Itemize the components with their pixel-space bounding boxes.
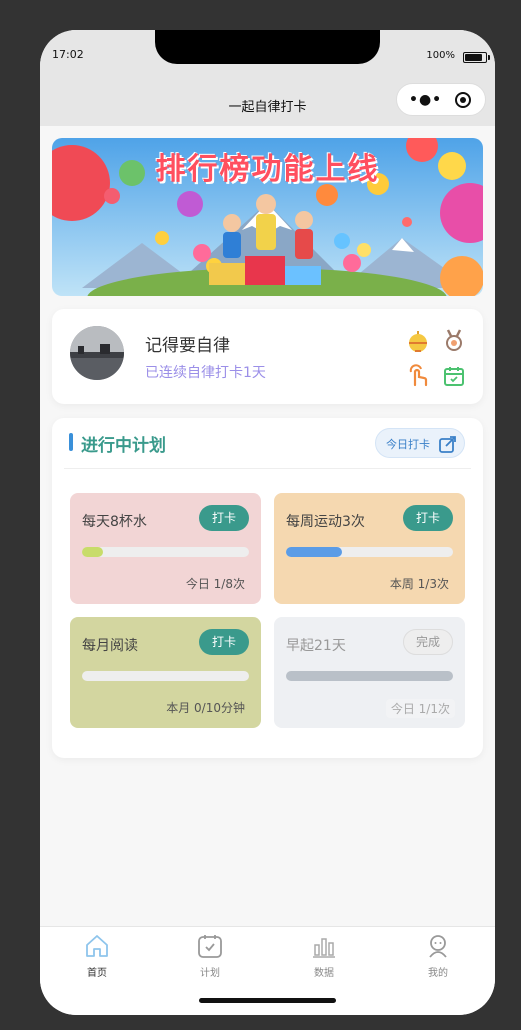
plan-stat: 本月 0/10分钟	[166, 701, 245, 715]
medal-icon[interactable]	[442, 328, 466, 352]
tab-plan[interactable]: 计划	[180, 933, 240, 979]
divider	[64, 468, 471, 469]
tab-data[interactable]: 数据	[294, 933, 354, 979]
tab-home[interactable]: 首页	[67, 933, 127, 979]
plan-stat: 今日 1/8次	[185, 577, 245, 591]
progress-track	[286, 671, 453, 681]
profile-card[interactable]: 记得要自律 已连续自律打卡1天	[52, 309, 483, 404]
phone-frame: 17:02 100% 一起自律打卡 •●• 排行榜功能上线 记得要自律 已连续自…	[40, 30, 495, 1015]
lantern-icon[interactable]	[406, 329, 430, 353]
main-content: 排行榜功能上线 记得要自律 已连续自律打卡1天 进行中计划 今日打卡 每天8杯水…	[40, 126, 495, 926]
checkin-button[interactable]: 打卡	[199, 629, 249, 655]
plan-card[interactable]: 早起21天 完成 今日 1/1次	[274, 617, 465, 728]
section-accent-bar	[69, 433, 73, 451]
share-edit-icon	[439, 436, 456, 453]
avatar-photo	[70, 326, 124, 380]
tab-mine[interactable]: 我的	[408, 933, 468, 979]
calendar-check-icon[interactable]	[442, 364, 466, 388]
today-checkin-label: 今日打卡	[386, 438, 430, 451]
complete-badge: 完成	[403, 629, 453, 655]
profile-name: 记得要自律	[145, 336, 230, 356]
ranking-banner[interactable]: 排行榜功能上线	[52, 138, 483, 296]
tap-hand-icon[interactable]	[406, 364, 430, 388]
battery-percent: 100%	[426, 50, 455, 61]
bar-chart-icon	[313, 938, 335, 958]
progress-track	[82, 547, 249, 557]
calendar-icon	[198, 935, 222, 958]
progress-track	[286, 547, 453, 557]
plan-stat: 今日 1/1次	[385, 699, 455, 718]
progress-fill	[286, 547, 342, 557]
banner-headline: 排行榜功能上线	[155, 152, 380, 187]
mini-program-capsule: •●•	[396, 83, 486, 116]
close-target-icon[interactable]	[455, 92, 471, 108]
top-bar: 17:02 100% 一起自律打卡 •●•	[40, 30, 495, 126]
person-icon	[429, 935, 447, 958]
progress-fill	[286, 671, 453, 681]
tab-label: 首页	[87, 968, 107, 979]
streak-text: 已连续自律打卡1天	[145, 365, 266, 381]
plan-name: 每周运动3次	[286, 514, 365, 530]
plan-card[interactable]: 每月阅读 打卡 本月 0/10分钟	[70, 617, 261, 728]
progress-fill	[82, 547, 103, 557]
plan-name: 每天8杯水	[82, 514, 147, 530]
tab-label: 计划	[200, 968, 220, 979]
checkin-button[interactable]: 打卡	[403, 505, 453, 531]
home-indicator	[199, 998, 336, 1003]
today-checkin-button[interactable]: 今日打卡	[375, 428, 465, 458]
tab-label: 数据	[314, 968, 334, 979]
battery-icon	[463, 52, 490, 63]
plan-name: 每月阅读	[82, 638, 138, 654]
more-icon[interactable]: •●•	[409, 92, 442, 108]
status-time: 17:02	[52, 48, 84, 61]
section-title: 进行中计划	[81, 436, 166, 456]
home-icon	[86, 935, 108, 957]
plan-stat: 本周 1/3次	[389, 577, 449, 591]
avatar[interactable]	[70, 326, 124, 380]
plans-section: 进行中计划 今日打卡 每天8杯水 打卡 今日 1/8次 每周运动3次 打卡 本周…	[52, 418, 483, 758]
plan-card[interactable]: 每周运动3次 打卡 本周 1/3次	[274, 493, 465, 604]
notch	[155, 30, 380, 64]
checkin-button[interactable]: 打卡	[199, 505, 249, 531]
progress-track	[82, 671, 249, 681]
tab-label: 我的	[428, 968, 448, 979]
plan-card[interactable]: 每天8杯水 打卡 今日 1/8次	[70, 493, 261, 604]
plan-name: 早起21天	[286, 638, 346, 654]
